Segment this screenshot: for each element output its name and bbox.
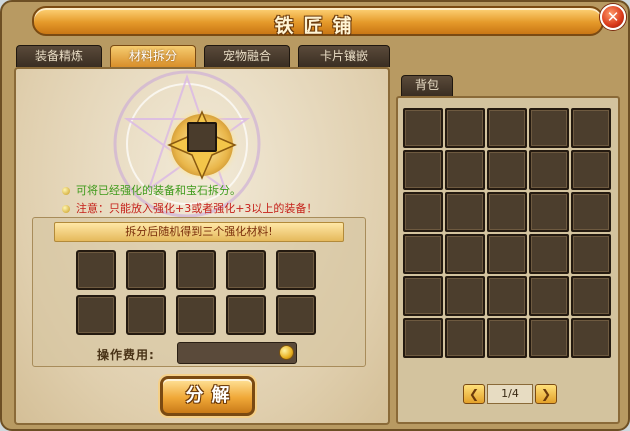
next-page-button[interactable]: ❯ (535, 384, 557, 404)
result-slot[interactable] (126, 250, 166, 290)
backpack-slot[interactable] (403, 192, 443, 232)
result-slot[interactable] (276, 250, 316, 290)
backpack-slot[interactable] (445, 276, 485, 316)
hint-green: 可将已经强化的装备和宝石拆分。 (62, 184, 241, 198)
backpack-slot[interactable] (571, 318, 611, 358)
backpack-slot[interactable] (403, 108, 443, 148)
title-bar: 铁匠铺 (32, 6, 604, 37)
gold-coin-icon (279, 345, 294, 360)
backpack-slot[interactable] (445, 108, 485, 148)
prev-page-button[interactable]: ❮ (463, 384, 485, 404)
backpack-slot[interactable] (529, 108, 569, 148)
backpack-slot[interactable] (487, 192, 527, 232)
close-button[interactable]: ✕ (600, 4, 626, 30)
backpack-slot[interactable] (571, 234, 611, 274)
backpack-slot[interactable] (403, 150, 443, 190)
tab-pet-fusion[interactable]: 宠物融合 (204, 45, 290, 67)
result-slot[interactable] (276, 295, 316, 335)
equipment-input-slot[interactable] (187, 122, 217, 152)
backpack-slot[interactable] (529, 150, 569, 190)
backpack-slot[interactable] (487, 150, 527, 190)
fee-label: 操作费用: (97, 348, 155, 362)
tab-material-split[interactable]: 材料拆分 (110, 45, 196, 67)
backpack-slot[interactable] (487, 234, 527, 274)
backpack-slot[interactable] (403, 318, 443, 358)
backpack-slot[interactable] (571, 276, 611, 316)
backpack-slot[interactable] (529, 234, 569, 274)
result-slot[interactable] (126, 295, 166, 335)
result-slot[interactable] (176, 295, 216, 335)
backpack-slot[interactable] (487, 108, 527, 148)
hint-red: 注意：只能放入强化+3或者强化+3以上的装备！ (62, 202, 317, 216)
backpack-slot[interactable] (571, 192, 611, 232)
result-slot[interactable] (76, 295, 116, 335)
tab-backpack[interactable]: 背包 (401, 75, 453, 96)
bullet-icon (62, 187, 70, 195)
backpack-slot[interactable] (529, 276, 569, 316)
tab-equipment-refine[interactable]: 装备精炼 (16, 45, 102, 67)
backpack-slot[interactable] (445, 318, 485, 358)
result-header: 拆分后随机得到三个强化材料! (54, 222, 344, 242)
result-slot[interactable] (226, 295, 266, 335)
result-slot[interactable] (226, 250, 266, 290)
backpack-slot[interactable] (487, 276, 527, 316)
hint-green-text: 可将已经强化的装备和宝石拆分。 (76, 184, 241, 197)
decompose-button[interactable]: 分解 (160, 376, 255, 416)
backpack-slot[interactable] (571, 150, 611, 190)
bullet-icon (62, 205, 70, 213)
backpack-slot[interactable] (529, 192, 569, 232)
window-title: 铁匠铺 (274, 15, 362, 37)
backpack-slot[interactable] (403, 276, 443, 316)
backpack-slot[interactable] (571, 108, 611, 148)
backpack-slot[interactable] (487, 318, 527, 358)
backpack-slot[interactable] (445, 150, 485, 190)
hint-red-text: 注意：只能放入强化+3或者强化+3以上的装备！ (76, 202, 318, 215)
backpack-slot[interactable] (403, 234, 443, 274)
page-indicator: 1/4 (487, 384, 533, 404)
result-slot[interactable] (176, 250, 216, 290)
backpack-slot[interactable] (445, 192, 485, 232)
backpack-slot[interactable] (529, 318, 569, 358)
backpack-slot[interactable] (445, 234, 485, 274)
blacksmith-window: 铁匠铺 ✕ 装备精炼 材料拆分 宠物融合 卡片镶嵌 可将已经强化的装备和宝石拆分… (0, 0, 630, 431)
result-slot[interactable] (76, 250, 116, 290)
tab-card-inlay[interactable]: 卡片镶嵌 (298, 45, 390, 67)
